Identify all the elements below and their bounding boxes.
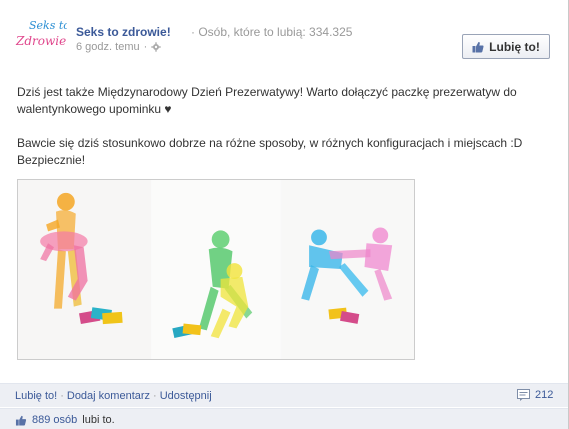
facebook-post: Seks to Zdrowie! Seks to zdrowie! · Osób… [0, 0, 569, 429]
add-comment-link[interactable]: Dodaj komentarz [67, 390, 150, 402]
post-paragraph-1: Dziś jest także Międzynarodowy Dzień Pre… [17, 85, 517, 116]
likes-summary-bar: 889 osób lubi to. [0, 408, 568, 429]
photo-panel-left [18, 180, 152, 359]
post-paragraph-2: Bawcie się dziś stosunkowo dobrze na róż… [17, 136, 523, 167]
thumbs-up-icon [472, 41, 484, 52]
share-link[interactable]: Udostępnij [160, 390, 212, 402]
post-message: Dziś jest także Międzynarodowy Dzień Pre… [17, 84, 557, 186]
page-likes-count: · Osób, które to lubią: 334.325 [191, 25, 353, 39]
like-post-link[interactable]: Lubię to! [15, 390, 57, 402]
gear-icon[interactable] [151, 42, 161, 52]
post-actions: Lubię to! · Dodaj komentarz · Udostępnij [15, 390, 212, 402]
page-name-link[interactable]: Seks to zdrowie! [76, 25, 171, 39]
likes-suffix: lubi to. [82, 414, 115, 426]
post-action-bar: Lubię to! · Dodaj komentarz · Udostępnij 212 [0, 383, 568, 407]
photo-panel-right [280, 180, 414, 359]
logo-text-line1: Seks to [29, 19, 67, 32]
photo-panel-middle [151, 180, 281, 359]
like-page-button[interactable]: Lubię to! [462, 34, 550, 59]
post-time[interactable]: 6 godz. temu [76, 41, 140, 53]
comment-count-link[interactable]: 212 [517, 389, 553, 401]
meta-separator: · [143, 41, 148, 53]
page-avatar[interactable]: Seks to Zdrowie! [15, 16, 71, 50]
logo-text-line2: Zdrowie! [15, 34, 67, 48]
action-separator: · [60, 390, 64, 402]
post-photo[interactable] [17, 179, 415, 360]
action-separator: · [153, 390, 157, 402]
post-meta: 6 godz. temu · [76, 41, 161, 53]
likers-count-link[interactable]: 889 osób [32, 414, 77, 426]
thumbs-up-icon [15, 415, 27, 426]
like-button-label: Lubię to! [489, 39, 540, 54]
likes-summary: 889 osób lubi to. [15, 414, 115, 426]
comment-count: 212 [535, 389, 554, 401]
comment-icon [517, 389, 530, 401]
